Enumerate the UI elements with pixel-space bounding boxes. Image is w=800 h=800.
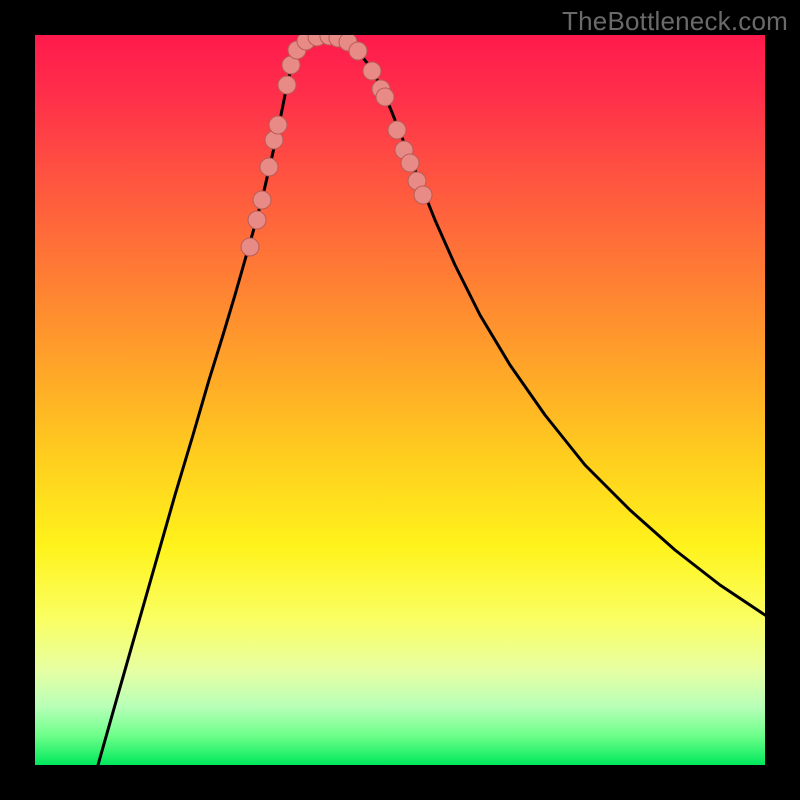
data-point-left — [278, 76, 296, 94]
data-point-right — [349, 42, 367, 60]
data-point-right — [363, 62, 381, 80]
data-point-left — [253, 191, 271, 209]
chart-svg — [35, 35, 765, 765]
data-point-right — [414, 186, 432, 204]
data-point-left — [248, 211, 266, 229]
watermark-text: TheBottleneck.com — [562, 6, 788, 37]
plot-area — [35, 35, 765, 765]
data-point-left — [241, 238, 259, 256]
data-point-right — [388, 121, 406, 139]
data-point-right — [376, 88, 394, 106]
chart-frame: TheBottleneck.com — [0, 0, 800, 800]
data-point-left — [260, 158, 278, 176]
data-point-left — [269, 116, 287, 134]
data-point-right — [401, 154, 419, 172]
bottleneck-curve — [98, 36, 765, 765]
